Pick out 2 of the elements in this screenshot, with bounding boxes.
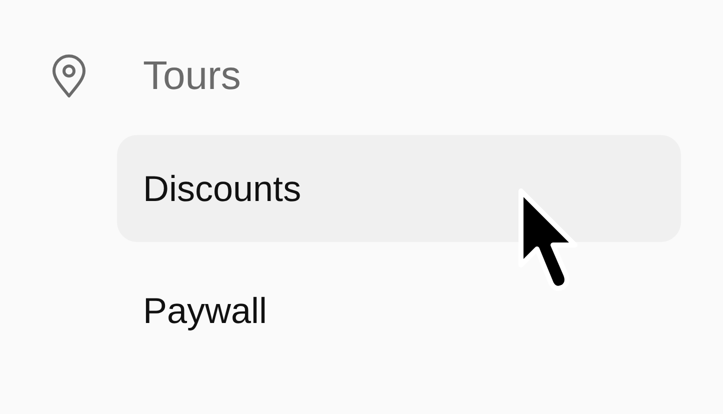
submenu-item[interactable]: Paywall [117, 257, 681, 364]
menu-section-label[interactable]: Tours [143, 50, 241, 102]
